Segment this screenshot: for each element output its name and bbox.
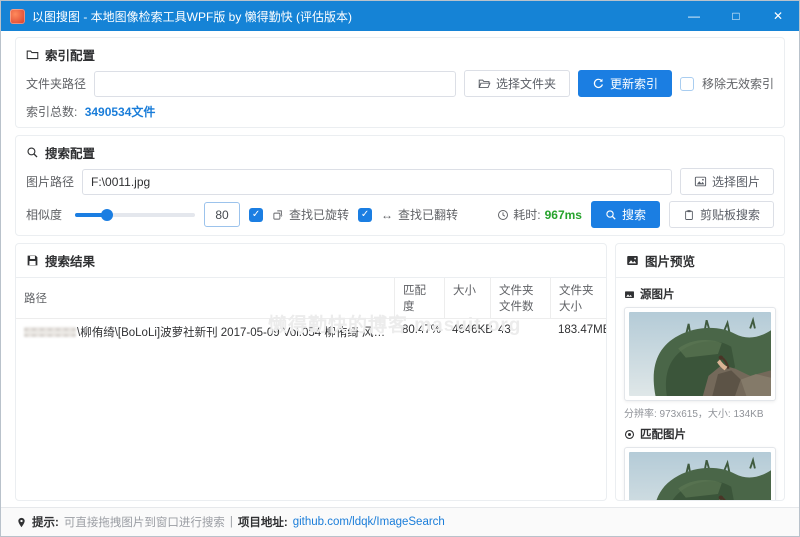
index-config-header: 索引配置: [26, 43, 774, 70]
matched-image-picture: [629, 452, 771, 500]
censored-path-prefix: [24, 327, 76, 337]
similarity-slider[interactable]: [75, 208, 196, 221]
search-results-section: 搜索结果 路径 匹配度 大小 文件夹文件数 文件夹大小 \柳侑绮\[BoLoLi…: [15, 243, 607, 501]
search-button[interactable]: 搜索: [590, 201, 660, 228]
search-config-title: 搜索配置: [45, 147, 96, 161]
choose-folder-label: 选择文件夹: [495, 77, 556, 91]
index-config-section: 索引配置 文件夹路径 选择文件夹 更新索引 移除无效索引 索引总数: 34905…: [15, 37, 785, 128]
similarity-slider-thumb[interactable]: [101, 208, 114, 221]
matched-image-label: 匹配图片: [640, 429, 686, 441]
minimize-button[interactable]: —: [673, 1, 715, 31]
column-match[interactable]: 匹配度: [394, 278, 444, 318]
project-label: 项目地址:: [237, 517, 288, 529]
result-row[interactable]: \柳侑绮\[BoLoLi]波萝社新刊 2017-05-09 Vol.054 柳侑…: [16, 319, 606, 345]
app-icon: [10, 8, 25, 24]
clipboard-icon: [685, 209, 693, 220]
status-bar: 提示: 可直接拖拽图片到窗口进行搜索 | 项目地址: github.com/ld…: [1, 507, 799, 536]
open-folder-icon: [478, 79, 491, 89]
image-icon: [694, 176, 707, 187]
find-flipped-label: 查找已翻转: [398, 208, 459, 222]
search-icon: [27, 147, 38, 158]
column-path[interactable]: 路径: [16, 278, 394, 318]
column-folder-count[interactable]: 文件夹文件数: [490, 278, 550, 318]
source-image-icon: [625, 290, 634, 298]
project-link[interactable]: github.com/ldqk/ImageSearch: [293, 516, 445, 528]
tip-text: 可直接拖拽图片到窗口进行搜索: [63, 517, 225, 529]
image-preview-section: 图片预览 源图片 分辨率: 973x615，大小: 134KB 匹配图片: [615, 243, 785, 501]
search-results-title: 搜索结果: [45, 255, 96, 269]
tip-label: 提示:: [32, 517, 59, 529]
choose-folder-button[interactable]: 选择文件夹: [463, 70, 570, 97]
source-image-thumbnail[interactable]: [624, 307, 776, 401]
save-icon: [27, 255, 38, 266]
find-rotated-checkbox[interactable]: [249, 207, 264, 222]
similarity-label: 相似度: [26, 208, 63, 222]
clipboard-search-label: 剪贴板搜索: [699, 208, 760, 222]
choose-image-label: 选择图片: [711, 175, 760, 189]
elapsed-value: 967ms: [544, 207, 582, 222]
matched-image-icon: [624, 429, 635, 439]
result-folder-count: 43: [498, 324, 511, 336]
title-bar[interactable]: 以图搜图 - 本地图像检索工具WPF版 by 懒得勤快 (评估版本) — □ ✕: [1, 1, 799, 31]
find-flipped-checkbox[interactable]: [358, 207, 373, 222]
close-button[interactable]: ✕: [757, 1, 799, 31]
index-total-label: 索引总数:: [26, 105, 78, 119]
index-total-row: 索引总数: 3490534文件: [26, 103, 774, 120]
search-config-header: 搜索配置: [26, 141, 774, 168]
rotate-icon: [273, 209, 283, 220]
result-size: 4646KB: [452, 324, 493, 336]
results-table-header: 路径 匹配度 大小 文件夹文件数 文件夹大小: [16, 278, 606, 319]
find-rotated-label: 查找已旋转: [289, 208, 350, 222]
search-button-icon: [606, 209, 616, 220]
maximize-button[interactable]: □: [715, 1, 757, 31]
remove-invalid-label: 移除无效索引: [701, 77, 774, 91]
similarity-value-box[interactable]: 80: [204, 202, 241, 227]
pin-icon: [18, 517, 25, 527]
flip-arrows-icon: ↔: [381, 207, 394, 222]
search-results-header: 搜索结果: [16, 244, 606, 278]
app-window: 以图搜图 - 本地图像检索工具WPF版 by 懒得勤快 (评估版本) — □ ✕…: [0, 0, 800, 537]
search-button-label: 搜索: [621, 208, 646, 222]
result-match: 80.47%: [402, 324, 442, 336]
matched-image-thumbnail[interactable]: [624, 447, 776, 500]
remove-invalid-checkbox[interactable]: [679, 76, 694, 91]
clock-icon: [498, 209, 509, 220]
image-preview-title: 图片预览: [645, 255, 696, 269]
index-config-title: 索引配置: [45, 49, 96, 63]
result-folder-size: 183.47MB: [558, 324, 607, 336]
elapsed-label: 耗时:: [513, 208, 541, 222]
folder-icon: [26, 50, 39, 60]
main-content: 索引配置 文件夹路径 选择文件夹 更新索引 移除无效索引 索引总数: 34905…: [1, 31, 799, 507]
source-image-label: 源图片: [640, 289, 675, 301]
result-path: \柳侑绮\[BoLoLi]波萝社新刊 2017-05-09 Vol.054 柳侑…: [77, 327, 386, 339]
refresh-icon: [593, 78, 603, 89]
column-size[interactable]: 大小: [444, 278, 490, 318]
image-path-label: 图片路径: [26, 175, 75, 189]
status-separator: |: [229, 516, 233, 528]
column-folder-size[interactable]: 文件夹大小: [550, 278, 606, 318]
folder-path-input[interactable]: [94, 70, 456, 97]
elapsed-time: 耗时: 967ms: [497, 206, 582, 223]
image-path-input[interactable]: [82, 168, 672, 195]
window-controls: — □ ✕: [673, 1, 799, 31]
folder-path-label: 文件夹路径: [26, 77, 87, 91]
source-image-picture: [629, 312, 771, 396]
index-total-value: 3490534文件: [84, 105, 156, 119]
search-config-section: 搜索配置 图片路径 选择图片 相似度 80: [15, 135, 785, 236]
image-preview-header: 图片预览: [616, 244, 784, 278]
choose-image-button[interactable]: 选择图片: [679, 168, 774, 195]
window-title: 以图搜图 - 本地图像检索工具WPF版 by 懒得勤快 (评估版本): [32, 9, 352, 24]
clipboard-search-button[interactable]: 剪贴板搜索: [668, 201, 774, 228]
update-index-label: 更新索引: [609, 77, 658, 91]
source-image-info: 分辨率: 973x615，大小: 134KB: [624, 409, 764, 420]
update-index-button[interactable]: 更新索引: [577, 70, 672, 97]
preview-image-icon: [627, 256, 638, 265]
